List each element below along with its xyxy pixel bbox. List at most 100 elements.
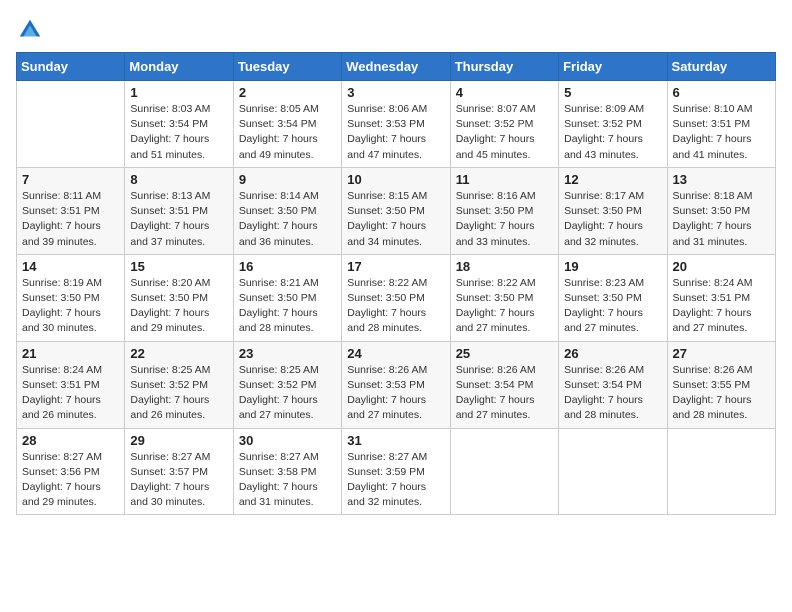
daylight-text: Daylight: 7 hours bbox=[130, 220, 209, 232]
sunrise-text: Sunrise: 8:21 AM bbox=[239, 277, 319, 289]
sunrise-text: Sunrise: 8:24 AM bbox=[673, 277, 753, 289]
sunset-text: Sunset: 3:50 PM bbox=[347, 205, 425, 217]
day-number: 26 bbox=[564, 346, 661, 361]
daylight-text: Daylight: 7 hours bbox=[564, 220, 643, 232]
sunrise-text: Sunrise: 8:20 AM bbox=[130, 277, 210, 289]
daylight-text: Daylight: 7 hours bbox=[673, 220, 752, 232]
sunrise-text: Sunrise: 8:15 AM bbox=[347, 190, 427, 202]
calendar-cell: 23Sunrise: 8:25 AMSunset: 3:52 PMDayligh… bbox=[233, 341, 341, 428]
daylight-text: Daylight: 7 hours bbox=[564, 394, 643, 406]
day-number: 21 bbox=[22, 346, 119, 361]
calendar-cell: 15Sunrise: 8:20 AMSunset: 3:50 PMDayligh… bbox=[125, 254, 233, 341]
calendar-week-row: 21 Sunrise: 8:24 AM Sunset: 3:51 PM Dayligh… bbox=[17, 341, 776, 428]
sunrise-text: Sunrise: 8:05 AM bbox=[239, 103, 319, 115]
sunset-text: Sunset: 3:54 PM bbox=[564, 379, 642, 391]
day-detail: Sunrise: 8:23 AMSunset: 3:50 PMDaylight:… bbox=[564, 276, 661, 337]
sunset-text: Sunset: 3:56 PM bbox=[22, 466, 100, 478]
sunrise-text: Sunrise: 8:25 AM bbox=[239, 364, 319, 376]
daylight-text: Daylight: 7 hours bbox=[130, 394, 209, 406]
calendar-week-row: 7Sunrise: 8:11 AMSunset: 3:51 PMDaylight… bbox=[17, 167, 776, 254]
daylight-continuation: and 45 minutes. bbox=[456, 149, 531, 161]
daylight-continuation: and 39 minutes. bbox=[22, 236, 97, 248]
sunset-text: Sunset: 3:52 PM bbox=[456, 118, 534, 130]
sunset-text: Sunset: 3:52 PM bbox=[130, 379, 208, 391]
daylight-continuation: and 51 minutes. bbox=[130, 149, 205, 161]
day-number: 25 bbox=[456, 346, 553, 361]
day-detail: Sunrise: 8:20 AMSunset: 3:50 PMDaylight:… bbox=[130, 276, 227, 337]
sunset-text: Sunset: 3:50 PM bbox=[347, 292, 425, 304]
day-header-wednesday: Wednesday bbox=[342, 53, 450, 81]
sunset-text: Sunset: 3:51 PM bbox=[22, 205, 100, 217]
sunrise-text: Sunrise: 8:17 AM bbox=[564, 190, 644, 202]
day-detail: Sunrise: 8:10 AMSunset: 3:51 PMDaylight:… bbox=[673, 102, 770, 163]
day-detail: Sunrise: 8:16 AMSunset: 3:50 PMDaylight:… bbox=[456, 189, 553, 250]
calendar-week-row: 28Sunrise: 8:27 AMSunset: 3:56 PMDayligh… bbox=[17, 428, 776, 515]
daylight-continuation: and 29 minutes. bbox=[22, 496, 97, 508]
sunrise-text: Sunrise: 8:13 AM bbox=[130, 190, 210, 202]
day-number: 7 bbox=[22, 172, 119, 187]
daylight-text: Daylight: 7 hours bbox=[239, 307, 318, 319]
sunset-text: Sunset: 3:50 PM bbox=[130, 292, 208, 304]
sunrise-text: Sunrise: 8:24 AM bbox=[22, 364, 102, 376]
sunset-text: Sunset: 3:52 PM bbox=[239, 379, 317, 391]
daylight-continuation: and 26 minutes. bbox=[22, 409, 97, 421]
day-detail: Sunrise: 8:27 AMSunset: 3:58 PMDaylight:… bbox=[239, 450, 336, 511]
sunrise-text: Sunrise: 8:23 AM bbox=[564, 277, 644, 289]
daylight-continuation: and 27 minutes. bbox=[673, 322, 748, 334]
daylight-continuation: and 26 minutes. bbox=[130, 409, 205, 421]
day-number: 10 bbox=[347, 172, 444, 187]
daylight-text: Daylight: 7 hours bbox=[347, 220, 426, 232]
day-detail: Sunrise: 8:09 AMSunset: 3:52 PMDaylight:… bbox=[564, 102, 661, 163]
logo-icon bbox=[16, 16, 44, 44]
day-detail: Sunrise: 8:07 AMSunset: 3:52 PMDaylight:… bbox=[456, 102, 553, 163]
calendar-cell: 9 Sunrise: 8:14 AMSunset: 3:50 PMDaylight… bbox=[233, 167, 341, 254]
sunset-text: Sunset: 3:54 PM bbox=[456, 379, 534, 391]
day-header-saturday: Saturday bbox=[667, 53, 775, 81]
sunset-text: Sunset: 3:51 PM bbox=[673, 292, 751, 304]
sunrise-text: Sunrise: 8:19 AM bbox=[22, 277, 102, 289]
daylight-text: Daylight: 7 hours bbox=[456, 220, 535, 232]
day-detail: Sunrise: 8:26 AMSunset: 3:54 PMDaylight:… bbox=[456, 363, 553, 424]
day-number: 18 bbox=[456, 259, 553, 274]
daylight-continuation: and 27 minutes. bbox=[564, 322, 639, 334]
calendar-header-row: SundayMondayTuesdayWednesdayThursdayFrid… bbox=[17, 53, 776, 81]
day-header-friday: Friday bbox=[559, 53, 667, 81]
calendar-cell: 2Sunrise: 8:05 AMSunset: 3:54 PMDaylight… bbox=[233, 81, 341, 168]
calendar-cell: 25 Sunrise: 8:26 AMSunset: 3:54 PMDayligh… bbox=[450, 341, 558, 428]
day-detail: Sunrise: 8:22 AMSunset: 3:50 PMDaylight:… bbox=[456, 276, 553, 337]
daylight-text: Daylight: 7 hours bbox=[239, 481, 318, 493]
daylight-continuation: and 28 minutes. bbox=[347, 322, 422, 334]
calendar-cell: 28Sunrise: 8:27 AMSunset: 3:56 PMDayligh… bbox=[17, 428, 125, 515]
daylight-continuation: and 43 minutes. bbox=[564, 149, 639, 161]
day-detail: Sunrise: 8:27 AMSunset: 3:57 PMDaylight:… bbox=[130, 450, 227, 511]
sunrise-text: Sunrise: 8:14 AM bbox=[239, 190, 319, 202]
day-detail: Sunrise: 8:19 AMSunset: 3:50 PMDaylight:… bbox=[22, 276, 119, 337]
calendar-cell: 31Sunrise: 8:27 AMSunset: 3:59 PMDayligh… bbox=[342, 428, 450, 515]
calendar-cell: 30Sunrise: 8:27 AMSunset: 3:58 PMDayligh… bbox=[233, 428, 341, 515]
daylight-text: Daylight: 7 hours bbox=[347, 307, 426, 319]
calendar-cell bbox=[450, 428, 558, 515]
sunset-text: Sunset: 3:50 PM bbox=[456, 205, 534, 217]
daylight-text: Daylight: 7 hours bbox=[22, 394, 101, 406]
day-number: 9 bbox=[239, 172, 336, 187]
day-header-thursday: Thursday bbox=[450, 53, 558, 81]
daylight-text: Daylight: 7 hours bbox=[564, 133, 643, 145]
calendar-cell: 20Sunrise: 8:24 AMSunset: 3:51 PMDayligh… bbox=[667, 254, 775, 341]
sunset-text: Sunset: 3:54 PM bbox=[130, 118, 208, 130]
day-detail: Sunrise: 8:24 AM Sunset: 3:51 PM Daylight:… bbox=[22, 363, 119, 424]
day-detail: Sunrise: 8:27 AMSunset: 3:59 PMDaylight:… bbox=[347, 450, 444, 511]
sunrise-text: Sunrise: 8:27 AM bbox=[347, 451, 427, 463]
daylight-continuation: and 32 minutes. bbox=[564, 236, 639, 248]
day-detail: Sunrise: 8:25 AMSunset: 3:52 PMDaylight:… bbox=[130, 363, 227, 424]
daylight-continuation: and 33 minutes. bbox=[456, 236, 531, 248]
sunset-text: Sunset: 3:51 PM bbox=[22, 379, 100, 391]
day-detail: Sunrise: 8:14 AMSunset: 3:50 PMDaylight:… bbox=[239, 189, 336, 250]
sunrise-text: Sunrise: 8:06 AM bbox=[347, 103, 427, 115]
day-number: 27 bbox=[673, 346, 770, 361]
day-number: 11 bbox=[456, 172, 553, 187]
day-number: 20 bbox=[673, 259, 770, 274]
daylight-text: Daylight: 7 hours bbox=[564, 307, 643, 319]
daylight-continuation: and 30 minutes. bbox=[130, 496, 205, 508]
calendar-cell: 24Sunrise: 8:26 AMSunset: 3:53 PMDayligh… bbox=[342, 341, 450, 428]
sunset-text: Sunset: 3:51 PM bbox=[673, 118, 751, 130]
